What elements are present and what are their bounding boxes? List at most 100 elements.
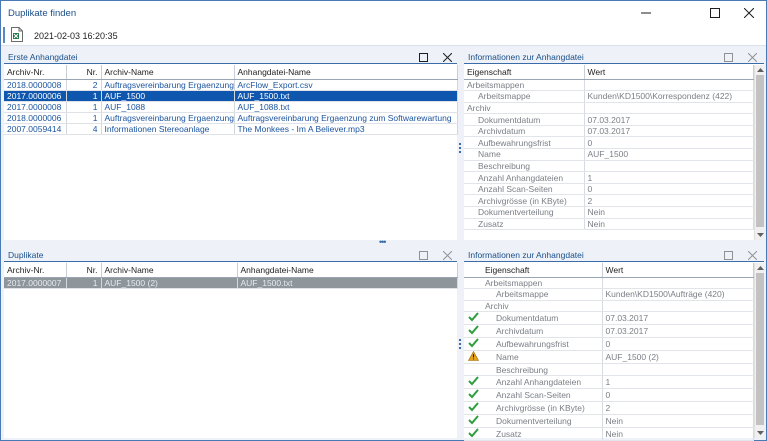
property-row[interactable]: Archivdatum 07.03.2017 <box>464 324 754 339</box>
property-row[interactable]: Archivdatum 07.03.2017 <box>464 125 754 138</box>
property-row[interactable]: Zusatz Nein <box>464 218 754 231</box>
col-archive-name[interactable]: Archiv-Name <box>101 65 235 80</box>
property-row[interactable]: Zusatz Nein <box>464 427 754 441</box>
duplicates-table[interactable]: Archiv-Nr. Nr. Archiv-Name Anhangdatei-N… <box>4 263 458 289</box>
info-top-close-button[interactable] <box>747 52 757 62</box>
property-row[interactable]: Archiv <box>464 300 754 313</box>
maximize-icon <box>723 250 733 260</box>
property-name: Aufbewahrungsfrist <box>464 136 585 150</box>
col-attachment-name[interactable]: Anhangdatei-Name <box>237 263 458 278</box>
property-name: Anzahl Scan-Seiten <box>482 388 603 402</box>
info-top-maximize-button[interactable] <box>723 52 733 62</box>
cell-attachment-name: The Monkees - Im A Believer.mp3 <box>234 123 458 135</box>
col-value[interactable]: Wert <box>602 263 754 278</box>
checkmark-icon <box>467 415 479 425</box>
property-row[interactable]: Dokumentverteilung Nein <box>464 414 754 428</box>
col-property[interactable]: Eigenschaft <box>482 263 603 278</box>
property-row[interactable]: Aufbewahrungsfrist 0 <box>464 337 754 352</box>
property-row[interactable]: Arbeitsmappen <box>464 79 754 92</box>
col-archive-nr[interactable]: Archiv-Nr. <box>4 65 67 80</box>
info-bottom-maximize-button[interactable] <box>723 250 733 260</box>
property-row[interactable]: Arbeitsmappen <box>464 277 754 290</box>
table-row[interactable]: 2017.0000008 1 AUF_1088 AUF_1088.txt <box>4 101 458 113</box>
property-name: Archivgrösse (in KByte) <box>482 401 603 415</box>
first-pane-close-button[interactable] <box>442 52 452 62</box>
duplicates-pane-maximize-button[interactable] <box>418 250 428 260</box>
property-row[interactable]: Name AUF_1500 (2) <box>464 350 754 365</box>
property-name: Beschreibung <box>464 160 585 173</box>
property-row[interactable]: Dokumentdatum 07.03.2017 <box>464 311 754 326</box>
duplicates-pane-close-button[interactable] <box>442 250 452 260</box>
scroll-thumb[interactable] <box>756 75 764 227</box>
toolbar-grip <box>3 27 5 43</box>
col-value[interactable]: Wert <box>584 65 754 80</box>
property-row[interactable]: Archivgrösse (in KByte) 2 <box>464 194 754 208</box>
property-name: Dokumentverteilung <box>464 206 585 219</box>
maximize-button[interactable] <box>698 1 732 24</box>
window-title: Duplikate finden <box>8 8 77 19</box>
info-top-scrollbar[interactable] <box>754 65 764 240</box>
close-icon <box>747 52 757 62</box>
duplicates-window: Duplikate finden 2021-02-03 16:20:35 Ers… <box>0 0 767 441</box>
col-attachment-name[interactable]: Anhangdatei-Name <box>234 65 458 80</box>
close-icon <box>442 52 452 62</box>
info-top-header: Informationen zur Anhangdatei <box>464 50 764 64</box>
property-value <box>584 79 754 92</box>
duplicates-header: Duplikate <box>4 248 457 262</box>
first-pane-maximize-button[interactable] <box>418 52 428 62</box>
property-row[interactable]: Anzahl Scan-Seiten 0 <box>464 183 754 196</box>
duplicates-title: Duplikate <box>8 250 44 260</box>
scroll-up-arrow-icon[interactable] <box>755 263 765 272</box>
vertical-splitter-grip-top[interactable] <box>459 143 461 155</box>
status-cell <box>464 311 482 326</box>
property-row[interactable]: Anzahl Scan-Seiten 0 <box>464 388 754 402</box>
info-bottom-scrollbar[interactable] <box>754 263 764 438</box>
maximize-icon <box>418 250 428 260</box>
table-row[interactable]: 2007.0059414 4 Informationen Stereoanlage T… <box>4 123 458 135</box>
table-row[interactable]: 2018.0000006 1 Auftragsvereinbarung Ergaen… <box>4 112 458 124</box>
minimize-button[interactable] <box>629 1 663 24</box>
property-row[interactable]: Anzahl Anhangdateien 1 <box>464 171 754 184</box>
table-row[interactable]: 2018.0000008 2 Auftragsvereinbarung Ergaen… <box>4 79 458 91</box>
table-row[interactable]: 2017.0000007 1 AUF_1500 (2) AUF_1500.txt <box>4 277 458 289</box>
cell-attachment-name: AUF_1088.txt <box>234 101 458 113</box>
cell-attachment-name: ArcFlow_Export.csv <box>234 79 458 91</box>
property-row[interactable]: Arbeitsmappe Kunden\KD1500\Aufträge (420) <box>464 288 754 301</box>
property-row[interactable]: Dokumentverteilung Nein <box>464 206 754 219</box>
col-nr[interactable]: Nr. <box>66 263 102 278</box>
close-icon <box>442 250 452 260</box>
property-row[interactable]: Archivgrösse (in KByte) 2 <box>464 401 754 415</box>
maximize-icon <box>723 52 733 62</box>
excel-file-icon[interactable] <box>11 27 23 42</box>
col-archive-nr[interactable]: Archiv-Nr. <box>4 263 67 278</box>
cell-nr: 1 <box>66 112 102 124</box>
property-value <box>584 102 754 115</box>
col-archive-name[interactable]: Archiv-Name <box>101 263 238 278</box>
info-bottom-close-button[interactable] <box>747 250 757 260</box>
property-row[interactable]: Dokumentdatum 07.03.2017 <box>464 113 754 126</box>
horizontal-splitter-grip[interactable]: ••• <box>379 237 387 247</box>
property-row[interactable]: Beschreibung <box>464 363 754 376</box>
info-bottom-table[interactable]: Eigenschaft Wert Arbeitsmappen Arbeitsmap… <box>464 263 754 441</box>
property-name: Beschreibung <box>482 363 603 376</box>
close-button[interactable] <box>732 1 766 24</box>
scroll-down-arrow-icon[interactable] <box>755 428 765 437</box>
property-row[interactable]: Aufbewahrungsfrist 0 <box>464 136 754 150</box>
scroll-thumb[interactable] <box>756 273 764 425</box>
property-row[interactable]: Beschreibung <box>464 160 754 173</box>
first-attachment-table[interactable]: Archiv-Nr. Nr. Archiv-Name Anhangdatei-N… <box>4 65 458 135</box>
table-row[interactable]: 2017.0000006 1 AUF_1500 AUF_1500.txt <box>4 90 458 102</box>
property-row[interactable]: Archiv <box>464 102 754 115</box>
scroll-up-arrow-icon[interactable] <box>755 65 765 74</box>
vertical-splitter-grip-bottom[interactable] <box>459 339 461 351</box>
property-value: 2 <box>602 401 754 415</box>
col-property[interactable]: Eigenschaft <box>464 65 585 80</box>
property-row[interactable]: Anzahl Anhangdateien 1 <box>464 375 754 389</box>
property-row[interactable]: Arbeitsmappe Kunden\KD1500\Korrespondenz … <box>464 90 754 103</box>
property-row[interactable]: Name AUF_1500 <box>464 148 754 161</box>
property-name: Anzahl Anhangdateien <box>464 171 585 184</box>
col-nr[interactable]: Nr. <box>66 65 102 80</box>
scroll-down-arrow-icon[interactable] <box>755 230 765 239</box>
status-cell <box>464 363 482 376</box>
info-top-table[interactable]: Eigenschaft Wert Arbeitsmappen Arbeitsmap… <box>464 65 754 231</box>
